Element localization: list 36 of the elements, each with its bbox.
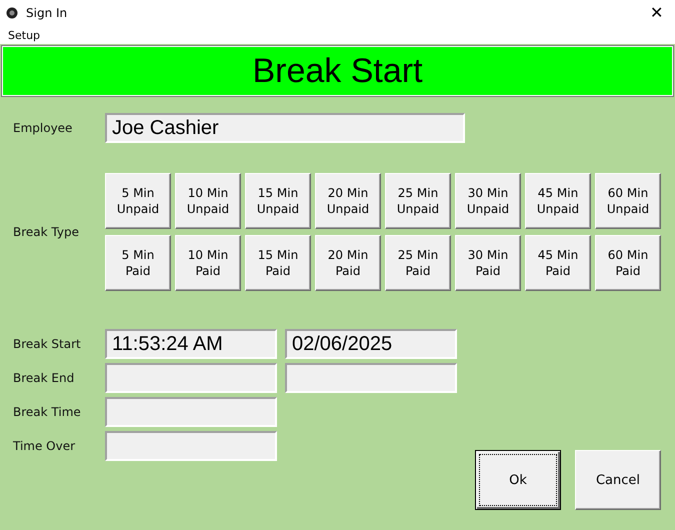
window-title: Sign In xyxy=(26,6,68,20)
ok-button[interactable]: Ok xyxy=(475,450,561,510)
break-type-button[interactable]: 45 Min Paid xyxy=(525,235,591,291)
menu-item[interactable]: Setup xyxy=(4,28,44,42)
time-field[interactable] xyxy=(105,431,277,461)
break-type-button[interactable]: 45 Min Unpaid xyxy=(525,173,591,229)
field-label: Break Start xyxy=(13,337,82,351)
break-type-button[interactable]: 25 Min Paid xyxy=(385,235,451,291)
break-type-button[interactable]: 30 Min Paid xyxy=(455,235,521,291)
break-type-button[interactable]: 20 Min Unpaid xyxy=(315,173,381,229)
app-icon xyxy=(6,7,18,19)
break-type-button[interactable]: 5 Min Paid xyxy=(105,235,171,291)
time-field[interactable]: 11:53:24 AM xyxy=(105,329,277,359)
time-field[interactable]: 02/06/2025 xyxy=(285,329,457,359)
break-type-button[interactable]: 30 Min Unpaid xyxy=(455,173,521,229)
field-label: Break End xyxy=(13,371,76,385)
field-label: Time Over xyxy=(13,439,76,453)
field-label: Employee xyxy=(13,121,74,135)
break-type-button[interactable]: 5 Min Unpaid xyxy=(105,173,171,229)
employee-field[interactable]: Joe Cashier xyxy=(105,113,465,143)
break-type-button[interactable]: 60 Min Unpaid xyxy=(595,173,661,229)
time-field[interactable] xyxy=(105,397,277,427)
close-button[interactable]: ✕ xyxy=(644,3,669,23)
field-label: Break Time xyxy=(13,405,82,419)
cancel-button[interactable]: Cancel xyxy=(575,450,661,510)
break-type-button[interactable]: 10 Min Unpaid xyxy=(175,173,241,229)
banner-title: Break Start xyxy=(252,52,423,90)
break-type-button[interactable]: 20 Min Paid xyxy=(315,235,381,291)
field-label: Break Type xyxy=(13,225,80,239)
break-type-button[interactable]: 10 Min Paid xyxy=(175,235,241,291)
break-type-button[interactable]: 25 Min Unpaid xyxy=(385,173,451,229)
break-type-button[interactable]: 15 Min Unpaid xyxy=(245,173,311,229)
time-field[interactable] xyxy=(105,363,277,393)
break-type-button[interactable]: 60 Min Paid xyxy=(595,235,661,291)
break-type-button[interactable]: 15 Min Paid xyxy=(245,235,311,291)
time-field[interactable] xyxy=(285,363,457,393)
